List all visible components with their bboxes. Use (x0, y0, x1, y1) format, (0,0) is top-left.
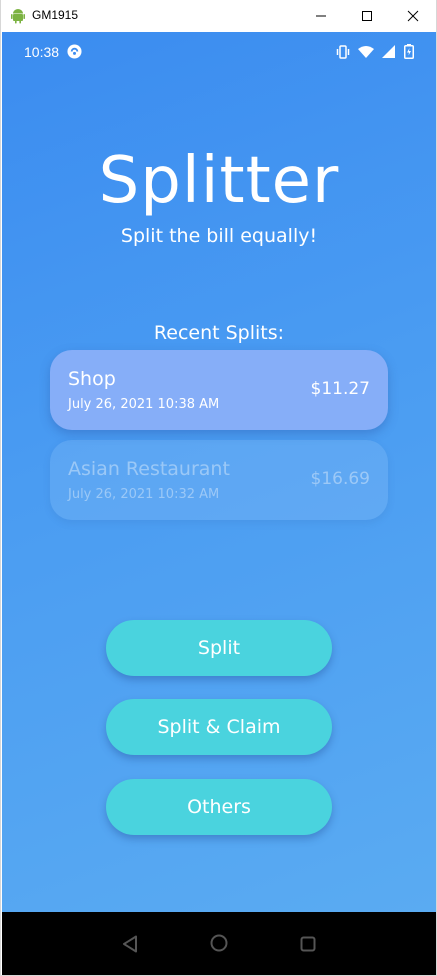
navigation-bar (2, 912, 436, 975)
maximize-button[interactable] (344, 0, 390, 32)
recent-splits-heading: Recent Splits: (153, 322, 285, 344)
phone-screen: 10:38 Splitter Split the bill equally! R… (2, 32, 436, 912)
home-icon[interactable] (210, 934, 228, 952)
emulator-window: GM1915 10:38 Splitter Split the bill equ… (0, 0, 437, 976)
status-time: 10:38 (24, 44, 60, 60)
recent-split-card[interactable]: Shop July 26, 2021 10:38 AM $11.27 (50, 350, 388, 430)
vibrate-icon (336, 44, 350, 59)
title-bar[interactable]: GM1915 (1, 0, 436, 32)
android-icon (11, 9, 25, 24)
others-button[interactable]: Others (106, 779, 332, 835)
minimize-button[interactable] (298, 0, 344, 32)
close-button[interactable] (390, 0, 436, 32)
maximize-icon (362, 11, 372, 21)
split-button[interactable]: Split (106, 620, 332, 676)
split-and-claim-button[interactable]: Split & Claim (106, 699, 332, 755)
window-title: GM1915 (32, 8, 79, 22)
back-icon[interactable] (122, 935, 138, 953)
split-amount: $11.27 (310, 379, 370, 399)
split-name: Asian Restaurant (68, 458, 230, 480)
status-icons (336, 44, 414, 59)
battery-icon (404, 44, 414, 59)
recents-icon[interactable] (300, 936, 316, 952)
wifi-icon (358, 45, 374, 58)
status-bar: 10:38 (2, 32, 436, 72)
split-date: July 26, 2021 10:38 AM (68, 397, 220, 412)
recent-split-card[interactable]: Asian Restaurant July 26, 2021 10:32 AM … (50, 440, 388, 520)
sync-icon (67, 44, 82, 59)
app-subtitle: Split the bill equally! (120, 225, 318, 247)
close-icon (407, 10, 419, 22)
signal-icon (382, 44, 395, 58)
split-amount: $16.69 (310, 469, 370, 489)
split-name: Shop (68, 368, 116, 390)
minimize-icon (316, 15, 326, 17)
split-date: July 26, 2021 10:32 AM (68, 487, 220, 502)
app-title: Splitter (98, 144, 340, 218)
